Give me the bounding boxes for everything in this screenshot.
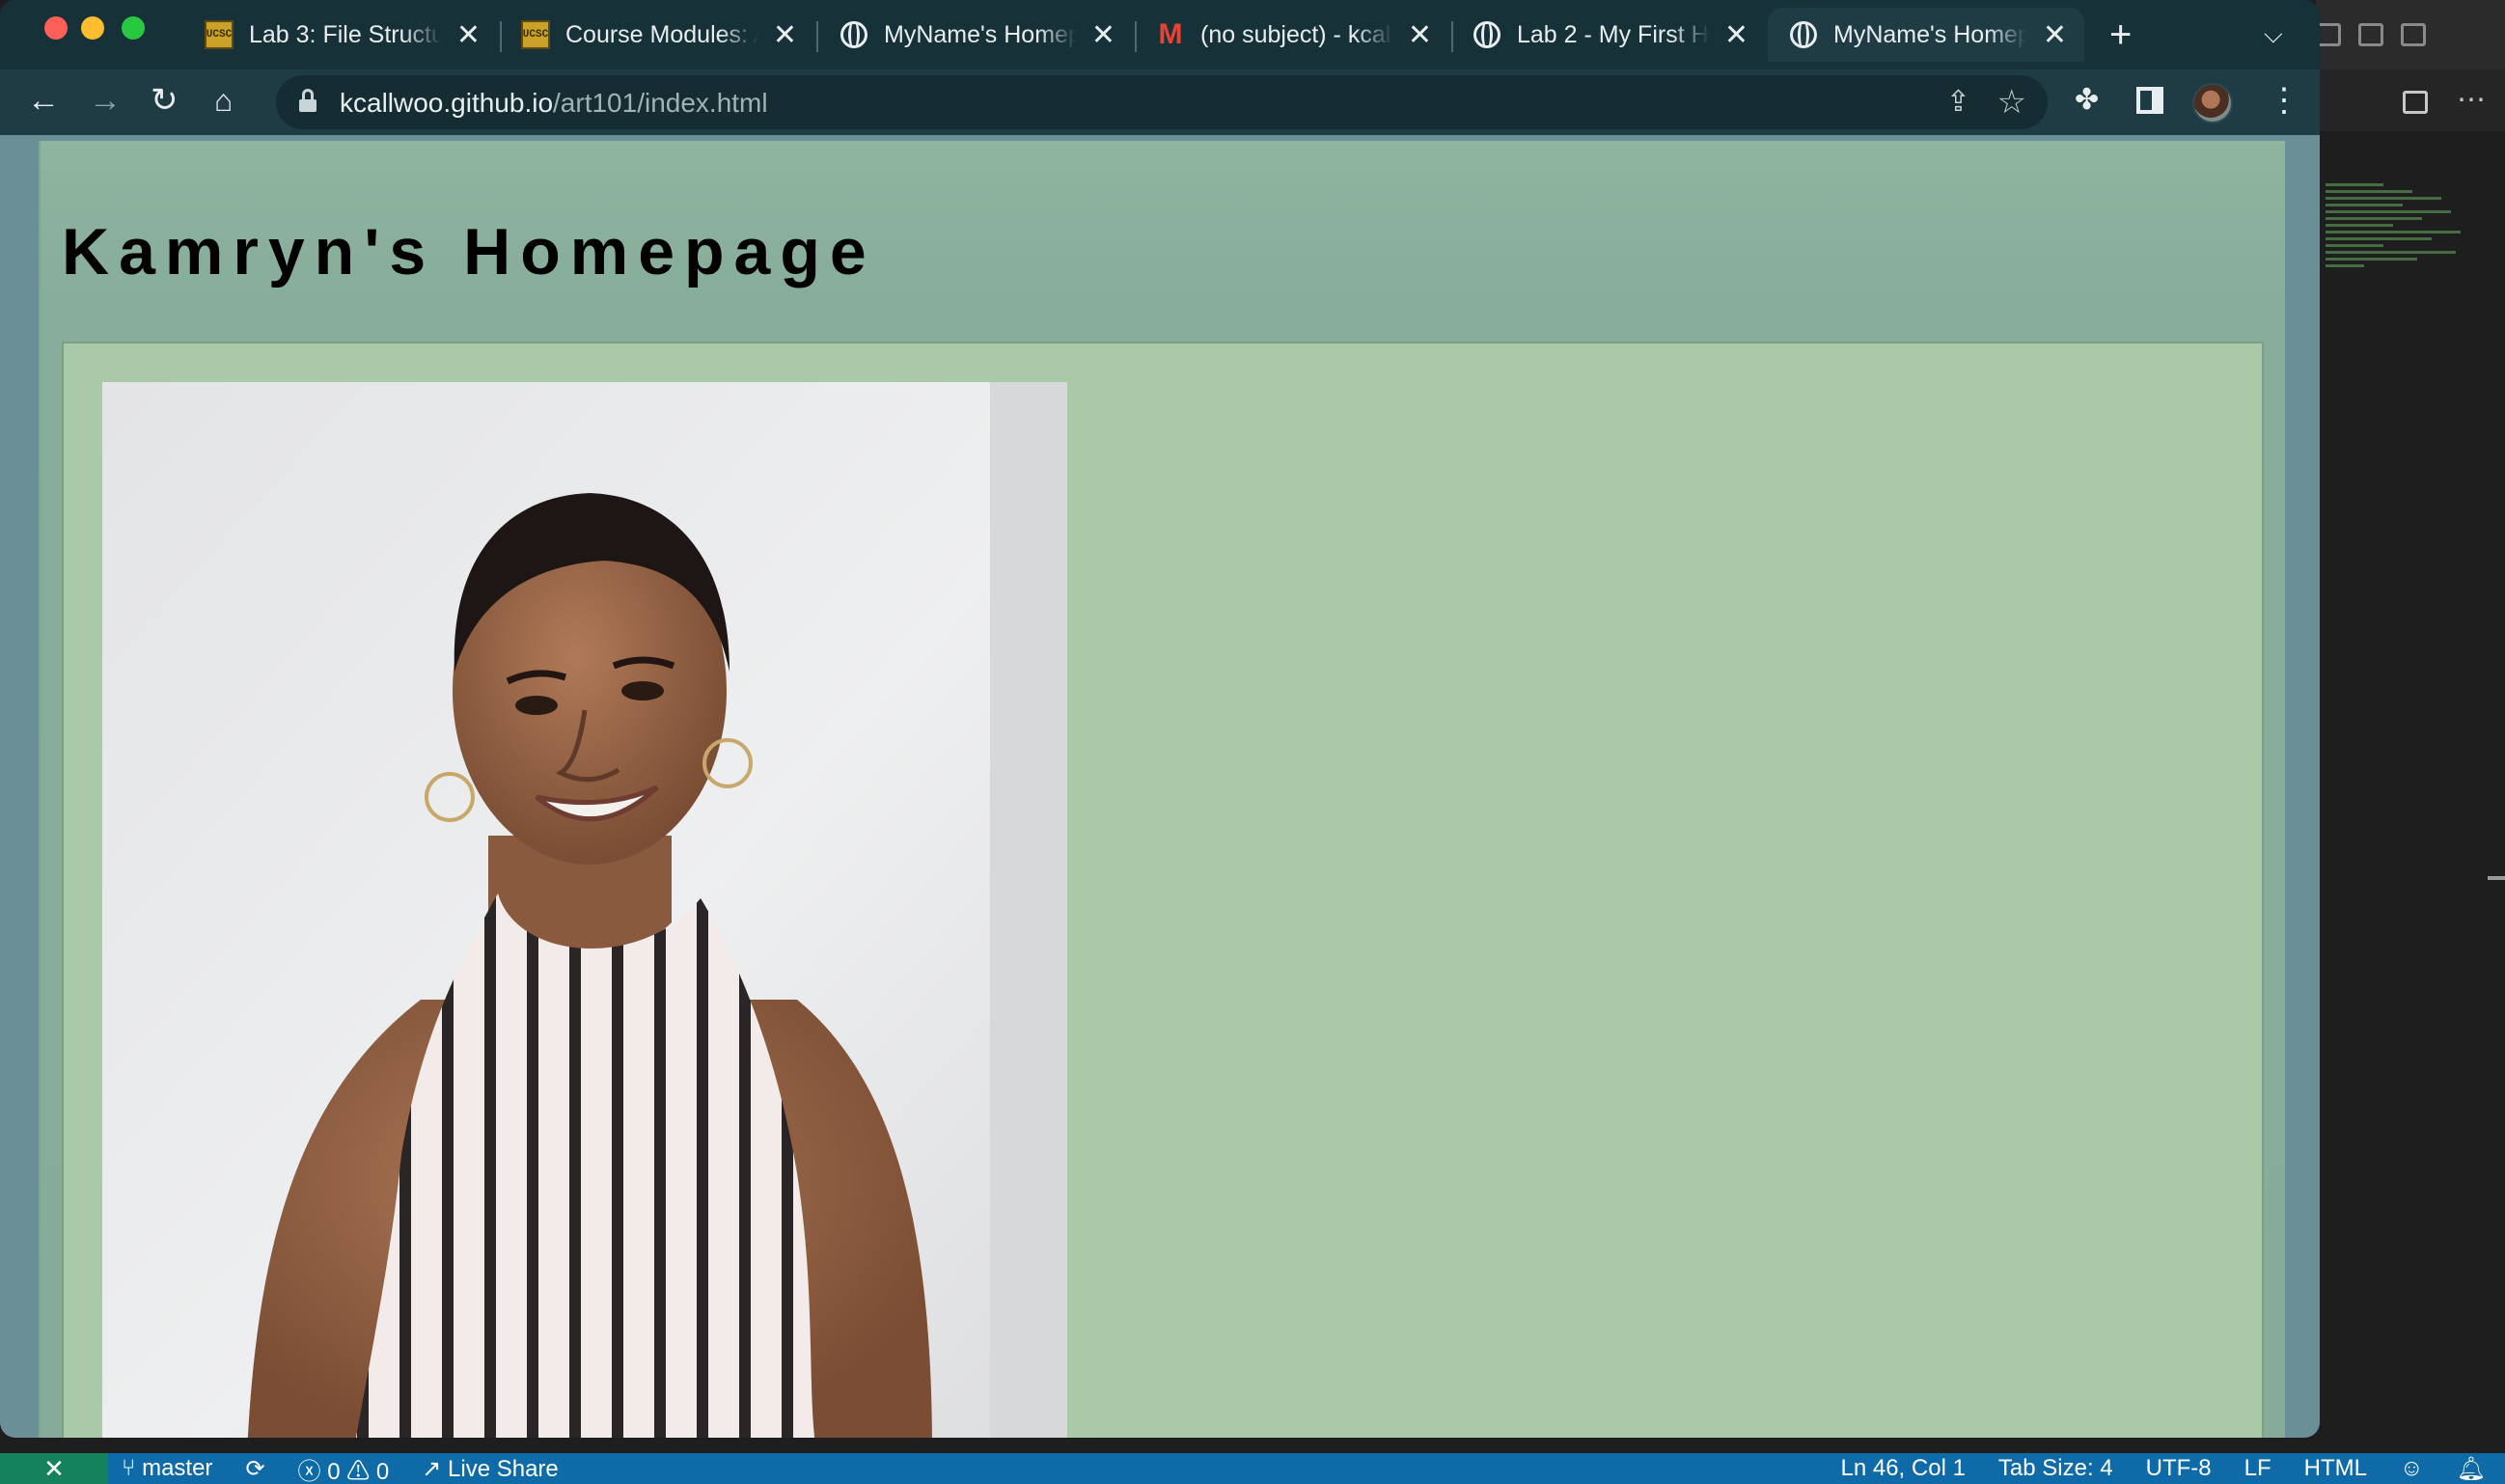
browser-tab-active[interactable]: MyName's Homepage ✕	[1768, 8, 2084, 62]
forward-button[interactable]: →	[89, 81, 122, 120]
tab-close-icon[interactable]: ✕	[456, 18, 481, 52]
vscode-window: ⋯	[2316, 0, 2505, 1484]
tab-title: Lab 3: File Structure	[249, 20, 442, 48]
page-viewport: Kamryn's Homepage	[0, 135, 2320, 1438]
vscode-minimap[interactable]	[2326, 183, 2461, 347]
vscode-statusbar: ✕ ⑂ master ⟳ ⓧ 0 ⚠ 0 ↗ Live Share Ln 46,…	[0, 1453, 2505, 1484]
branch-indicator[interactable]: ⑂ master	[122, 1455, 212, 1482]
window-minimize-button[interactable]	[81, 16, 104, 40]
url-text[interactable]: kcallwoo.github.io/art101/index.html	[340, 88, 768, 119]
new-tab-button[interactable]: +	[2109, 14, 2132, 57]
chrome-menu-icon[interactable]: ⋮	[2268, 81, 2300, 120]
page-title: Kamryn's Homepage	[62, 215, 876, 289]
remote-indicator-icon[interactable]: ✕	[0, 1453, 108, 1484]
page-body: Kamryn's Homepage	[39, 141, 2285, 1438]
address-bar[interactable]: kcallwoo.github.io/art101/index.html ⇪ ☆	[276, 75, 2048, 129]
tab-title: Course Modules: ART101	[565, 20, 758, 48]
reload-button[interactable]: ↻	[151, 81, 179, 120]
tab-close-icon[interactable]: ✕	[1408, 18, 1432, 52]
profile-photo	[102, 382, 1067, 1438]
home-button[interactable]: ⌂	[214, 81, 233, 120]
problems-indicator[interactable]: ⓧ 0 ⚠ 0	[298, 1452, 390, 1484]
notifications-bell-icon[interactable]: 🔔︎	[2457, 1455, 2486, 1483]
live-share-button[interactable]: ↗ Live Share	[422, 1455, 559, 1483]
feedback-icon[interactable]: ☺	[2400, 1455, 2424, 1482]
encoding-indicator[interactable]: UTF-8	[2146, 1455, 2212, 1482]
tab-close-icon[interactable]: ✕	[773, 18, 797, 52]
browser-tab[interactable]: M (no subject) - kcallwoo ✕	[1156, 8, 1449, 62]
chrome-window: UCSC Lab 3: File Structure ✕ UCSC Course…	[0, 0, 2320, 1438]
eol-indicator[interactable]: LF	[2244, 1455, 2271, 1482]
vscode-editor-tabbar: ⋯	[2316, 69, 2505, 131]
window-close-button[interactable]	[44, 16, 68, 40]
toggle-secondary-sidebar-icon[interactable]	[2358, 23, 2383, 46]
browser-tab[interactable]: UCSC Course Modules: ART101 ✕	[521, 8, 814, 62]
profile-avatar[interactable]	[2192, 83, 2233, 124]
gmail-icon: M	[1158, 18, 1183, 50]
browser-toolbar: ← → ↻ ⌂ kcallwoo.github.io/art101/index.…	[0, 69, 2320, 135]
globe-icon	[1789, 20, 1818, 49]
browser-tab[interactable]: UCSC Lab 3: File Structure ✕	[205, 8, 498, 62]
window-maximize-button[interactable]	[122, 16, 145, 40]
ucsc-favicon-icon: UCSC	[521, 20, 550, 49]
sync-icon[interactable]: ⟳	[245, 1455, 264, 1483]
bookmark-star-icon[interactable]: ☆	[1997, 83, 2026, 122]
tab-title: (no subject) - kcallwoo	[1200, 20, 1393, 48]
tab-title: MyName's Homepage	[1833, 20, 2026, 48]
tab-close-icon[interactable]: ✕	[2043, 18, 2067, 52]
globe-icon	[1473, 20, 1501, 49]
tab-close-icon[interactable]: ✕	[1091, 18, 1115, 52]
tab-close-icon[interactable]: ✕	[1724, 18, 1748, 52]
customize-layout-icon[interactable]	[2401, 23, 2426, 46]
language-mode[interactable]: HTML	[2304, 1455, 2367, 1482]
side-panel-icon[interactable]	[2136, 87, 2163, 114]
back-button[interactable]: ←	[27, 81, 60, 120]
tab-search-chevron-icon[interactable]: ⌵	[2264, 19, 2283, 50]
vscode-scrollbar-thumb[interactable]	[2488, 876, 2505, 880]
vscode-layout-controls	[2316, 23, 2426, 46]
ucsc-favicon-icon: UCSC	[205, 20, 234, 49]
extensions-puzzle-icon[interactable]: ✤	[2075, 81, 2099, 120]
url-path: /art101/index.html	[553, 88, 768, 118]
profile-photo-image	[102, 382, 1067, 1438]
tab-size-indicator[interactable]: Tab Size: 4	[1998, 1455, 2113, 1482]
vscode-titlebar	[2316, 0, 2505, 69]
cursor-position[interactable]: Ln 46, Col 1	[1841, 1455, 1966, 1482]
lock-icon[interactable]	[299, 89, 317, 112]
globe-icon	[840, 20, 868, 49]
browser-tab[interactable]: MyName's Homepage ✕	[840, 8, 1133, 62]
share-icon[interactable]: ⇪	[1946, 85, 1970, 119]
more-actions-icon[interactable]: ⋯	[2457, 83, 2488, 117]
url-host: kcallwoo.github.io	[340, 88, 554, 118]
content-section	[62, 342, 2264, 1438]
tab-strip: UCSC Lab 3: File Structure ✕ UCSC Course…	[0, 0, 2320, 69]
browser-tab[interactable]: Lab 2 - My First HTML ✕	[1473, 8, 1766, 62]
tab-title: Lab 2 - My First HTML	[1517, 20, 1710, 48]
live-share-label: Live Share	[448, 1455, 559, 1482]
tab-title: MyName's Homepage	[884, 20, 1077, 48]
branch-name: master	[142, 1455, 213, 1481]
split-editor-icon[interactable]	[2403, 91, 2428, 114]
